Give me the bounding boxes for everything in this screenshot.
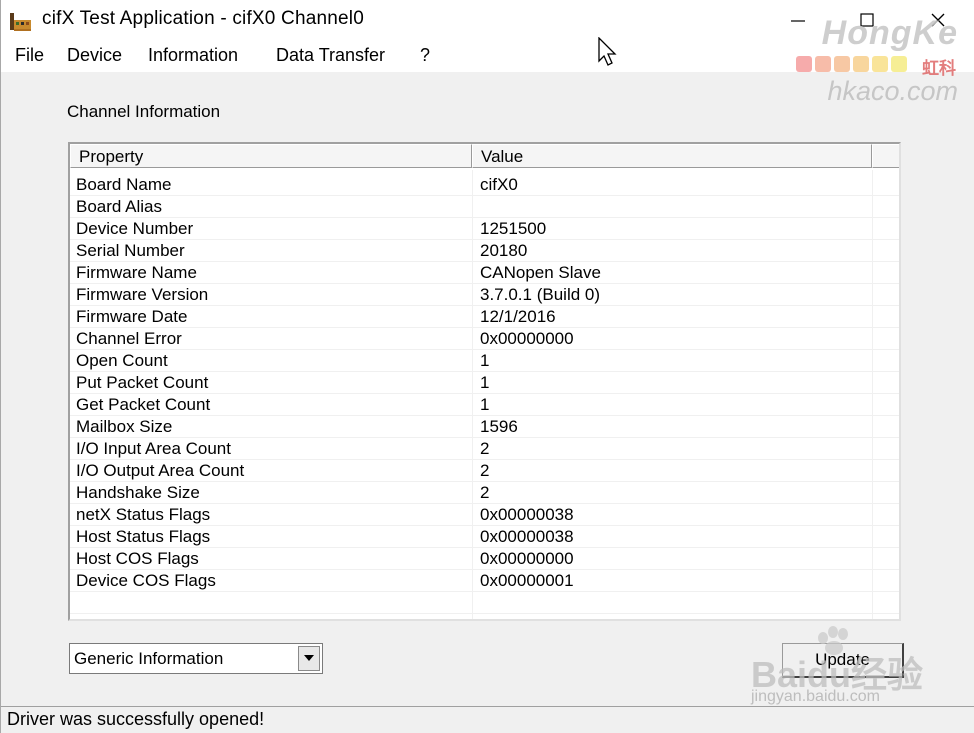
cell-property: Device Number [76, 219, 194, 238]
cell-property: I/O Input Area Count [76, 439, 231, 458]
table-row[interactable]: Put Packet Count 1 [70, 372, 899, 394]
table-row[interactable]: Firmware Date 12/1/2016 [70, 306, 899, 328]
column-header-empty [872, 144, 899, 168]
table-row[interactable]: netX Status Flags 0x00000038 [70, 504, 899, 526]
watermark-dots [796, 56, 907, 72]
channel-info-list[interactable]: Property Value Board Name cifX0 Board Alia… [68, 142, 901, 621]
table-row[interactable]: Firmware Version 3.7.0.1 (Build 0) [70, 284, 899, 306]
watermark-dot [853, 56, 869, 72]
view-select[interactable]: Generic Information [69, 643, 323, 674]
cell-value: 1251500 [480, 219, 547, 238]
watermark-dot [891, 56, 907, 72]
menu-information[interactable]: Information [148, 45, 238, 66]
watermark-brand: HongKe [821, 14, 958, 52]
cell-value: CANopen Slave [480, 263, 601, 282]
chevron-down-icon [304, 655, 314, 661]
table-row[interactable]: Host COS Flags 0x00000000 [70, 548, 899, 570]
cell-value: 0x00000001 [480, 571, 574, 590]
menu-file[interactable]: File [15, 45, 44, 66]
watermark-dot [815, 56, 831, 72]
cell-property: Firmware Version [76, 285, 209, 304]
cell-value: 2 [480, 483, 490, 502]
menu-help[interactable]: ? [420, 45, 430, 66]
table-row[interactable]: Handshake Size 2 [70, 482, 899, 504]
hongke-watermark: HongKe 虹科 hkaco.com [790, 10, 962, 108]
watermark-dot [834, 56, 850, 72]
cell-property: I/O Output Area Count [76, 461, 245, 480]
cell-value: 1 [480, 351, 490, 370]
list-header: Property Value [70, 144, 899, 170]
cell-value: 0x00000000 [480, 329, 574, 348]
table-row[interactable]: Firmware Name CANopen Slave [70, 262, 899, 284]
cell-property: Firmware Name [76, 263, 197, 282]
cell-value: 3.7.0.1 (Build 0) [480, 285, 601, 304]
app-window: cifX Test Application - cifX0 Channel0 F… [0, 0, 974, 733]
status-bar: Driver was successfully opened! [1, 706, 974, 733]
table-row[interactable]: Serial Number 20180 [70, 240, 899, 262]
table-row[interactable]: I/O Input Area Count 2 [70, 438, 899, 460]
cell-property: Put Packet Count [76, 373, 209, 392]
table-row[interactable]: Channel Error 0x00000000 [70, 328, 899, 350]
cell-value: 12/1/2016 [480, 307, 556, 326]
cell-property: Channel Error [76, 329, 182, 348]
status-text: Driver was successfully opened! [7, 709, 265, 729]
table-row[interactable]: Board Alias [70, 196, 899, 218]
cell-value: 20180 [480, 241, 528, 260]
cell-property: Get Packet Count [76, 395, 211, 414]
cell-property: Mailbox Size [76, 417, 173, 436]
cell-property: Firmware Date [76, 307, 188, 326]
table-row[interactable]: I/O Output Area Count 2 [70, 460, 899, 482]
empty-row [70, 614, 899, 619]
cell-value: 0x00000000 [480, 549, 574, 568]
cell-property: Serial Number [76, 241, 185, 260]
watermark-dot [872, 56, 888, 72]
cell-value: 2 [480, 461, 490, 480]
cell-property: Host Status Flags [76, 527, 211, 546]
update-button[interactable]: Update [782, 643, 904, 678]
watermark-dot [796, 56, 812, 72]
cell-property: Board Alias [76, 197, 162, 216]
cell-value: 1 [480, 395, 490, 414]
table-row[interactable]: Mailbox Size 1596 [70, 416, 899, 438]
cell-property: Open Count [76, 351, 168, 370]
window-title: cifX Test Application - cifX0 Channel0 [42, 8, 364, 29]
cell-property: Handshake Size [76, 483, 200, 502]
menu-device[interactable]: Device [67, 45, 122, 66]
table-row[interactable]: Device COS Flags 0x00000001 [70, 570, 899, 592]
column-header-property[interactable]: Property [70, 144, 472, 168]
app-icon [10, 13, 31, 31]
view-select-value: Generic Information [74, 649, 224, 668]
table-row[interactable]: Open Count 1 [70, 350, 899, 372]
column-header-value[interactable]: Value [472, 144, 872, 168]
cell-value: 0x00000038 [480, 505, 574, 524]
cell-value: 2 [480, 439, 490, 458]
cell-property: Host COS Flags [76, 549, 199, 568]
view-select-dropdown-button[interactable] [298, 646, 320, 671]
cell-value: 0x00000038 [480, 527, 574, 546]
cell-value: 1 [480, 373, 490, 392]
menu-data-transfer[interactable]: Data Transfer [276, 45, 385, 66]
table-row[interactable]: Board Name cifX0 [70, 174, 899, 196]
cell-property: netX Status Flags [76, 505, 211, 524]
cell-value: cifX0 [480, 175, 518, 194]
cell-value: 1596 [480, 417, 518, 436]
empty-row [70, 592, 899, 614]
cell-property: Device COS Flags [76, 571, 216, 590]
table-row[interactable]: Host Status Flags 0x00000038 [70, 526, 899, 548]
section-label: Channel Information [67, 102, 221, 121]
watermark-url: hkaco.com [827, 76, 958, 106]
table-row[interactable]: Get Packet Count 1 [70, 394, 899, 416]
baidu-watermark-url: jingyan.baidu.com [751, 688, 880, 705]
table-row[interactable]: Device Number 1251500 [70, 218, 899, 240]
cell-property: Board Name [76, 175, 172, 194]
mouse-cursor-icon [598, 37, 617, 66]
